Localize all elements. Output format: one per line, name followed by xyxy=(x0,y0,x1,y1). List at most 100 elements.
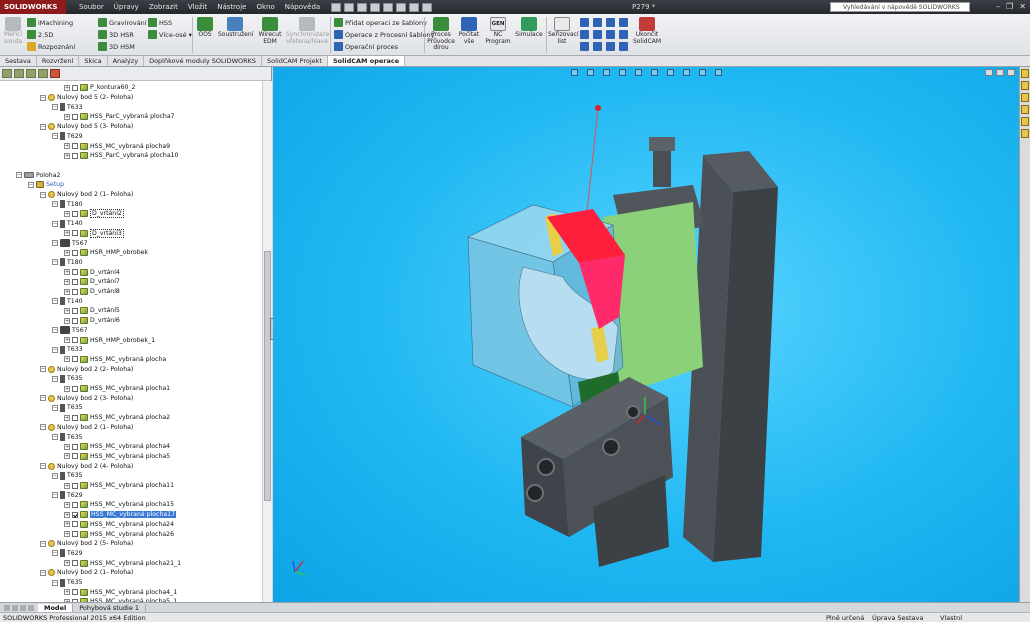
help-search-input[interactable]: Vyhledávání v nápovědě SOLIDWORKS xyxy=(830,2,970,12)
tree-row[interactable]: + HSS_ParC_vybraná plocha10 xyxy=(64,151,179,161)
operation-checkbox[interactable] xyxy=(72,269,78,276)
collapse-icon[interactable]: − xyxy=(40,424,46,431)
operation-checkbox[interactable] xyxy=(72,143,78,150)
menu-view[interactable]: Zobrazit xyxy=(144,3,183,11)
collapse-icon[interactable]: − xyxy=(52,346,58,353)
multiaxis-button[interactable]: Více-osé ▾ xyxy=(148,30,192,39)
expand-icon[interactable]: + xyxy=(64,230,70,237)
save-icon[interactable] xyxy=(357,2,368,12)
tree-row[interactable]: − T567 xyxy=(52,326,88,336)
appearance-icon[interactable] xyxy=(50,69,60,78)
tree-row-label[interactable]: HSS_MC_vybraná plocha9 xyxy=(90,143,170,150)
tree-row[interactable]: − Nulový bod 2 (1- Poloha) xyxy=(40,190,133,200)
expand-icon[interactable]: + xyxy=(64,152,70,159)
tool-icon[interactable] xyxy=(580,18,589,27)
tree-row[interactable]: − T635 xyxy=(52,374,83,384)
tool-icon[interactable] xyxy=(619,18,628,27)
expand-icon[interactable]: + xyxy=(64,414,70,421)
tree-row-label[interactable]: D_vrtání7 xyxy=(90,278,120,285)
tree-row-label[interactable]: T140 xyxy=(67,298,83,305)
tree-row-label[interactable]: HSS_ParC_vybraná plocha7 xyxy=(90,113,175,120)
expand-icon[interactable]: + xyxy=(64,210,70,217)
operation-checkbox[interactable] xyxy=(72,84,78,91)
process-hole-wizard-button[interactable]: Proces Průvodce dírou xyxy=(426,17,456,52)
tool-icon[interactable] xyxy=(580,30,589,39)
operation-checkbox[interactable] xyxy=(72,356,78,363)
tool-icon[interactable] xyxy=(580,42,589,51)
add-op-template-button[interactable]: Přidat operaci ze šablony xyxy=(334,18,427,27)
print-icon[interactable] xyxy=(370,2,381,12)
tree-row-label[interactable]: T180 xyxy=(67,201,83,208)
home-icon[interactable] xyxy=(1021,69,1029,78)
collapse-icon[interactable]: − xyxy=(40,366,46,373)
tree-row[interactable]: + HSS_MC_vybraná plocha24 xyxy=(64,520,174,530)
expand-icon[interactable]: + xyxy=(64,143,70,150)
operation-checkbox[interactable] xyxy=(72,560,78,567)
operation-checkbox[interactable] xyxy=(72,317,78,324)
tree-row-label[interactable]: D_vrtání2 xyxy=(90,209,124,219)
config-icon[interactable] xyxy=(26,69,36,78)
tree-row-label[interactable]: HSS_MC_vybraná plocha24 xyxy=(90,521,174,528)
tree-row[interactable]: + HSS_MC_vybraná plocha26 xyxy=(64,529,174,539)
tree-row[interactable]: − T180 xyxy=(52,258,83,268)
operation-checkbox[interactable] xyxy=(72,385,78,392)
tree-row-label[interactable]: Poloha2 xyxy=(36,172,60,179)
expand-icon[interactable]: + xyxy=(64,443,70,450)
menu-tools[interactable]: Nástroje xyxy=(212,3,251,11)
tree-row[interactable]: + D_vrtání5 xyxy=(64,306,120,316)
tree-row-label[interactable]: D_vrtání8 xyxy=(90,288,120,295)
tree-row[interactable]: − T635 xyxy=(52,578,83,588)
tree-row-label[interactable]: Nulový bod 2 (1- Poloha) xyxy=(57,569,133,576)
collapse-icon[interactable]: − xyxy=(52,579,58,586)
collapse-icon[interactable]: − xyxy=(52,434,58,441)
expand-icon[interactable]: + xyxy=(64,589,70,596)
turning-button[interactable]: Soustružení xyxy=(218,17,253,39)
tree-row[interactable]: + HSS_MC_vybraná plocha21_1 xyxy=(64,558,181,568)
tree-row[interactable]: − T140 xyxy=(52,296,83,306)
tree-row[interactable]: + D_vrtání2 xyxy=(64,209,124,219)
operation-checkbox[interactable] xyxy=(72,337,78,344)
tree-row-label[interactable]: T180 xyxy=(67,259,83,266)
tree-row-label[interactable]: Nulový bod 5 (2- Poloha) xyxy=(57,94,133,101)
tab-motion-study[interactable]: Pohybová studie 1 xyxy=(73,603,147,612)
tree-row-label[interactable]: T567 xyxy=(72,327,88,334)
new-file-icon[interactable] xyxy=(331,2,342,12)
tab-solidcam-project[interactable]: SolidCAM Projekt xyxy=(262,56,328,66)
hsr-3d-button[interactable]: 3D HSR xyxy=(98,30,134,39)
measure-probe-button[interactable]: Měřicí sonda xyxy=(2,17,24,45)
select-icon[interactable] xyxy=(396,2,407,12)
expand-icon[interactable]: + xyxy=(64,317,70,324)
tool-icon[interactable] xyxy=(606,18,615,27)
operation-checkbox[interactable] xyxy=(72,443,78,450)
operation-checkbox[interactable] xyxy=(72,482,78,489)
collapse-icon[interactable]: − xyxy=(40,123,46,130)
expand-icon[interactable]: + xyxy=(64,531,70,538)
operation-checkbox[interactable] xyxy=(72,511,78,518)
expand-icon[interactable]: + xyxy=(64,288,70,295)
tree-row[interactable]: + HSS_MC_vybraná plocha11 xyxy=(64,481,174,491)
menu-file[interactable]: Soubor xyxy=(74,3,109,11)
close-icon[interactable]: ✕ xyxy=(1019,2,1026,11)
tree-row-label[interactable]: T635 xyxy=(67,375,83,382)
tab-sketch[interactable]: Skica xyxy=(79,56,108,66)
tool-icon[interactable] xyxy=(619,42,628,51)
expand-icon[interactable]: + xyxy=(64,249,70,256)
tree-row[interactable]: + HSS_MC_vybraná plocha17 xyxy=(64,510,177,520)
tree-scrollbar[interactable] xyxy=(262,81,272,602)
simulation-button[interactable]: Simulace xyxy=(514,17,544,39)
expand-icon[interactable]: + xyxy=(64,453,70,460)
tree-row-label[interactable]: T635 xyxy=(67,434,83,441)
feature-tree-icon[interactable] xyxy=(2,69,12,78)
operation-checkbox[interactable] xyxy=(72,288,78,295)
design-library-icon[interactable] xyxy=(1021,81,1029,90)
recognition-button[interactable]: Rozpoznání xyxy=(27,42,75,51)
tree-row[interactable]: − Nulový bod 2 (1- Poloha) xyxy=(40,423,133,433)
tree-row-label[interactable]: HSS_MC_vybraná plocha4_1 xyxy=(90,589,177,596)
property-icon[interactable] xyxy=(14,69,24,78)
op-process-template-button[interactable]: Operace z Procesní šablony xyxy=(334,30,435,39)
tool-icon[interactable] xyxy=(593,18,602,27)
collapse-icon[interactable]: − xyxy=(52,240,58,247)
tree-row[interactable]: − T633 xyxy=(52,102,83,112)
tree-row-label[interactable]: HSS_MC_vybraná plocha5 xyxy=(90,453,170,460)
view-palette-icon[interactable] xyxy=(1021,105,1029,114)
